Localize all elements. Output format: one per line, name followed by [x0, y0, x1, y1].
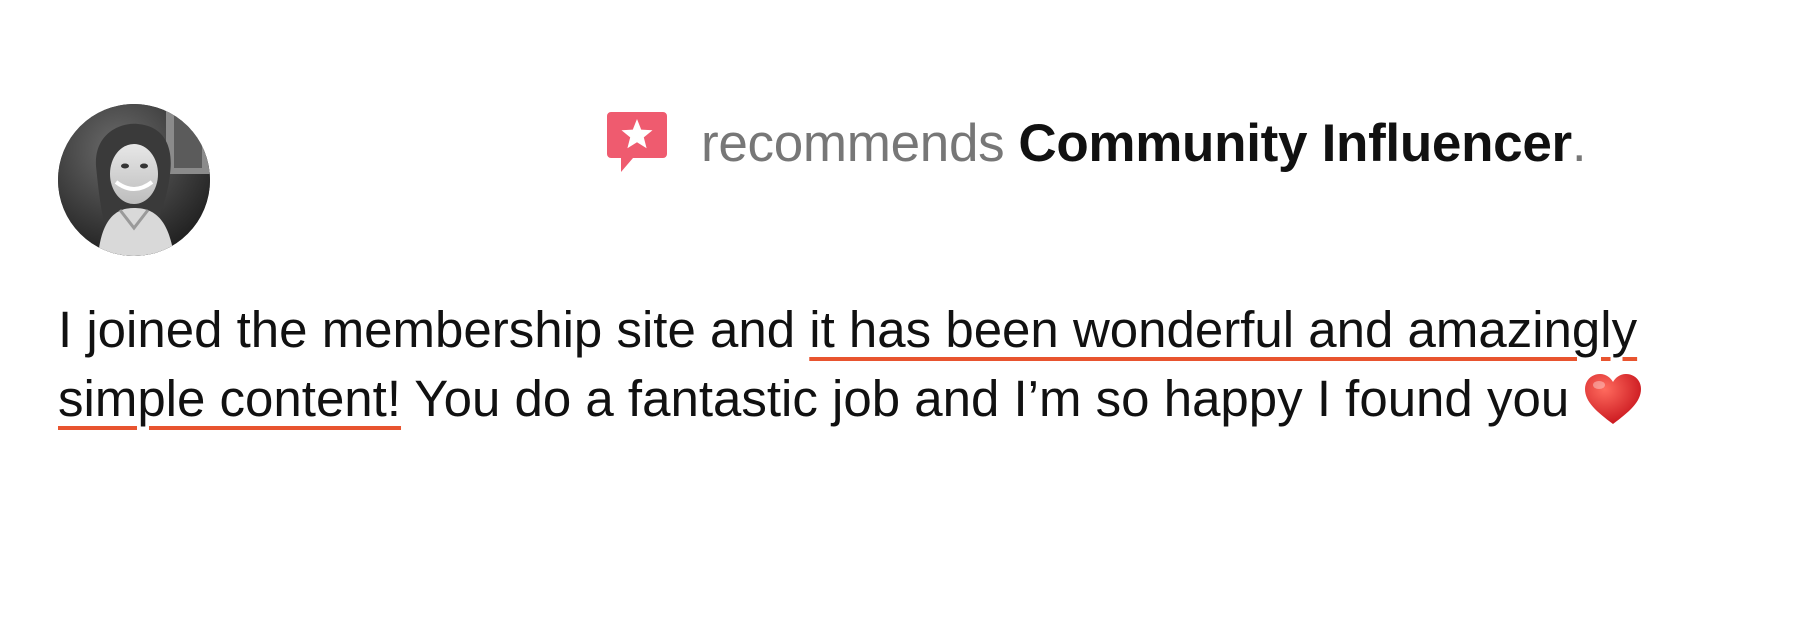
review-text-part1: I joined the membership site and: [58, 301, 810, 358]
header-period: .: [1571, 113, 1587, 173]
heart-icon: [1583, 372, 1643, 426]
recommendation-header: recommends Community Influencer .: [605, 108, 1587, 178]
avatar-photo: [58, 104, 210, 256]
recommends-label: recommends: [701, 113, 1005, 173]
reviewer-avatar[interactable]: [58, 104, 210, 256]
page-name-link[interactable]: Community Influencer: [1018, 113, 1572, 174]
star-speech-bubble-icon: [605, 110, 669, 176]
review-text-part2: You do a fantastic job and I’m so happy …: [401, 370, 1570, 427]
review-text: I joined the membership site and it has …: [58, 295, 1758, 433]
recommendation-card: recommends Community Influencer . I join…: [0, 0, 1800, 624]
